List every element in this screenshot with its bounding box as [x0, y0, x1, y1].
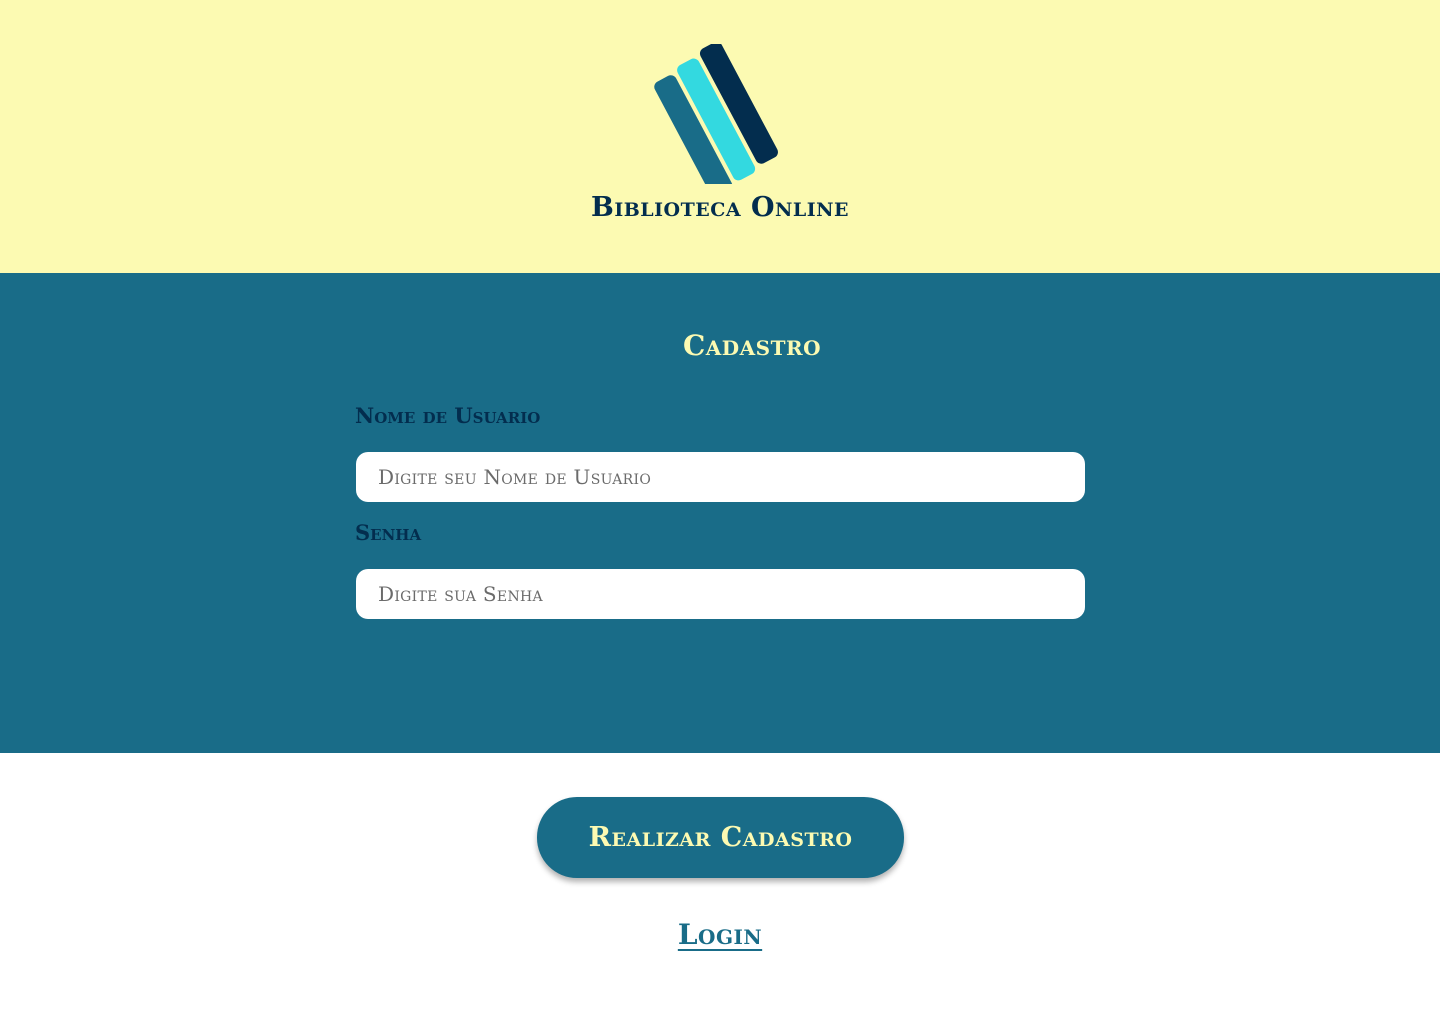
- login-link-container: Login: [0, 918, 1440, 951]
- form-title: Cadastro: [683, 329, 822, 362]
- signup-form-panel: Cadastro Nome de Usuario Senha: [0, 273, 1440, 753]
- brand-title: Biblioteca Online: [591, 192, 849, 223]
- register-button[interactable]: Realizar Cadastro: [537, 797, 904, 878]
- password-input[interactable]: [356, 569, 1085, 619]
- stacked-books-icon: [654, 44, 778, 184]
- password-label: Senha: [355, 520, 422, 545]
- header-banner: Biblioteca Online: [0, 0, 1440, 273]
- username-input[interactable]: [356, 452, 1085, 502]
- login-link[interactable]: Login: [678, 918, 762, 951]
- username-label: Nome de Usuario: [355, 403, 541, 428]
